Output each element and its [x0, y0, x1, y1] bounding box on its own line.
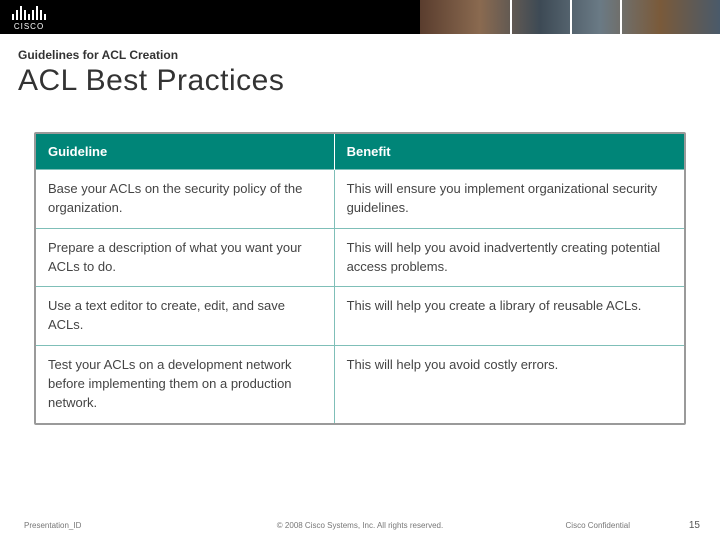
cell-benefit: This will help you create a library of r…	[334, 287, 684, 346]
copyright-text: © 2008 Cisco Systems, Inc. All rights re…	[277, 521, 443, 530]
table-header-row: Guideline Benefit	[36, 134, 684, 170]
top-bar: CISCO	[0, 0, 720, 34]
page-number: 15	[689, 520, 700, 531]
table-row: Test your ACLs on a development network …	[36, 346, 684, 423]
people-strip-image	[420, 0, 720, 34]
cell-guideline: Base your ACLs on the security policy of…	[36, 170, 334, 229]
cell-benefit: This will help you avoid inadvertently c…	[334, 228, 684, 287]
cisco-logo: CISCO	[0, 4, 46, 31]
slide-title: ACL Best Practices	[0, 64, 720, 98]
header-guideline: Guideline	[36, 134, 334, 170]
guidelines-table-wrap: Guideline Benefit Base your ACLs on the …	[34, 132, 686, 425]
confidential-text: Cisco Confidential	[566, 521, 630, 530]
cisco-logo-text: CISCO	[14, 22, 44, 31]
cell-guideline: Test your ACLs on a development network …	[36, 346, 334, 423]
cisco-logo-bars	[12, 4, 46, 20]
table-row: Base your ACLs on the security policy of…	[36, 170, 684, 229]
cell-guideline: Prepare a description of what you want y…	[36, 228, 334, 287]
cell-benefit: This will help you avoid costly errors.	[334, 346, 684, 423]
footer: Presentation_ID © 2008 Cisco Systems, In…	[0, 521, 720, 530]
header-benefit: Benefit	[334, 134, 684, 170]
cell-guideline: Use a text editor to create, edit, and s…	[36, 287, 334, 346]
presentation-id: Presentation_ID	[0, 521, 81, 530]
table-row: Prepare a description of what you want y…	[36, 228, 684, 287]
slide-subtitle: Guidelines for ACL Creation	[0, 34, 720, 64]
guidelines-table: Guideline Benefit Base your ACLs on the …	[36, 134, 684, 423]
cell-benefit: This will ensure you implement organizat…	[334, 170, 684, 229]
table-row: Use a text editor to create, edit, and s…	[36, 287, 684, 346]
